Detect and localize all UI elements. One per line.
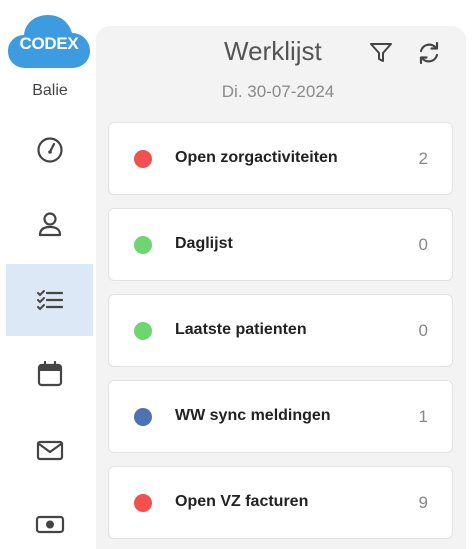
codex-logo[interactable]: CODEX <box>8 12 90 70</box>
worklist-item-ww-sync[interactable]: WW sync meldingen 1 <box>108 380 453 453</box>
nav-patients[interactable] <box>6 188 93 260</box>
worklist-item-open-invoices[interactable]: Open VZ facturen 9 <box>108 466 453 539</box>
sidebar: CODEX Balie <box>0 0 96 549</box>
status-dot <box>134 150 152 168</box>
worklist-date: Di. 30-07-2024 <box>221 82 335 101</box>
worklist-item-label: Open VZ facturen <box>175 493 309 510</box>
worklist-item-label: Open zorgactiviteiten <box>175 149 338 166</box>
banknote-icon <box>35 515 64 534</box>
nav-worklist[interactable] <box>6 264 93 336</box>
page-title: Werklijst <box>224 36 322 66</box>
logo-text: CODEX <box>19 34 79 53</box>
worklist-item-count: 2 <box>418 149 428 168</box>
filter-icon <box>370 43 392 62</box>
nav-messages[interactable] <box>6 414 93 486</box>
worklist-item-label: WW sync meldingen <box>175 407 331 424</box>
calendar-icon <box>37 360 62 387</box>
status-dot <box>134 322 152 340</box>
status-dot <box>134 408 152 426</box>
nav-calendar[interactable] <box>6 338 93 410</box>
worklist-item-count: 0 <box>418 235 428 254</box>
refresh-icon <box>419 41 439 65</box>
status-dot <box>134 236 152 254</box>
status-dot <box>134 494 152 512</box>
filter-button[interactable] <box>366 38 396 68</box>
worklist-item-label: Daglijst <box>175 235 233 252</box>
nav-finance[interactable] <box>6 488 93 549</box>
worklist-item-count: 9 <box>418 493 428 512</box>
user-icon <box>38 212 61 237</box>
worklist-item-day-list[interactable]: Daglijst 0 <box>108 208 453 281</box>
worklist-item-recent-patients[interactable]: Laatste patienten 0 <box>108 294 453 367</box>
nav-dashboard[interactable] <box>6 114 93 186</box>
dashboard-gauge-icon <box>36 137 63 163</box>
worklist-item-count: 0 <box>418 321 428 340</box>
worklist-item-count: 1 <box>418 407 428 426</box>
worklist-item-label: Laatste patienten <box>175 321 307 338</box>
worklist-item-open-care-activities[interactable]: Open zorgactiviteiten 2 <box>108 122 453 195</box>
checklist-icon <box>36 290 63 311</box>
role-label: Balie <box>32 82 68 99</box>
refresh-button[interactable] <box>414 38 444 68</box>
worklist-panel: Werklijst Di. 30-07-2024 Open zorgactivi… <box>96 26 466 549</box>
mail-icon <box>36 440 63 461</box>
